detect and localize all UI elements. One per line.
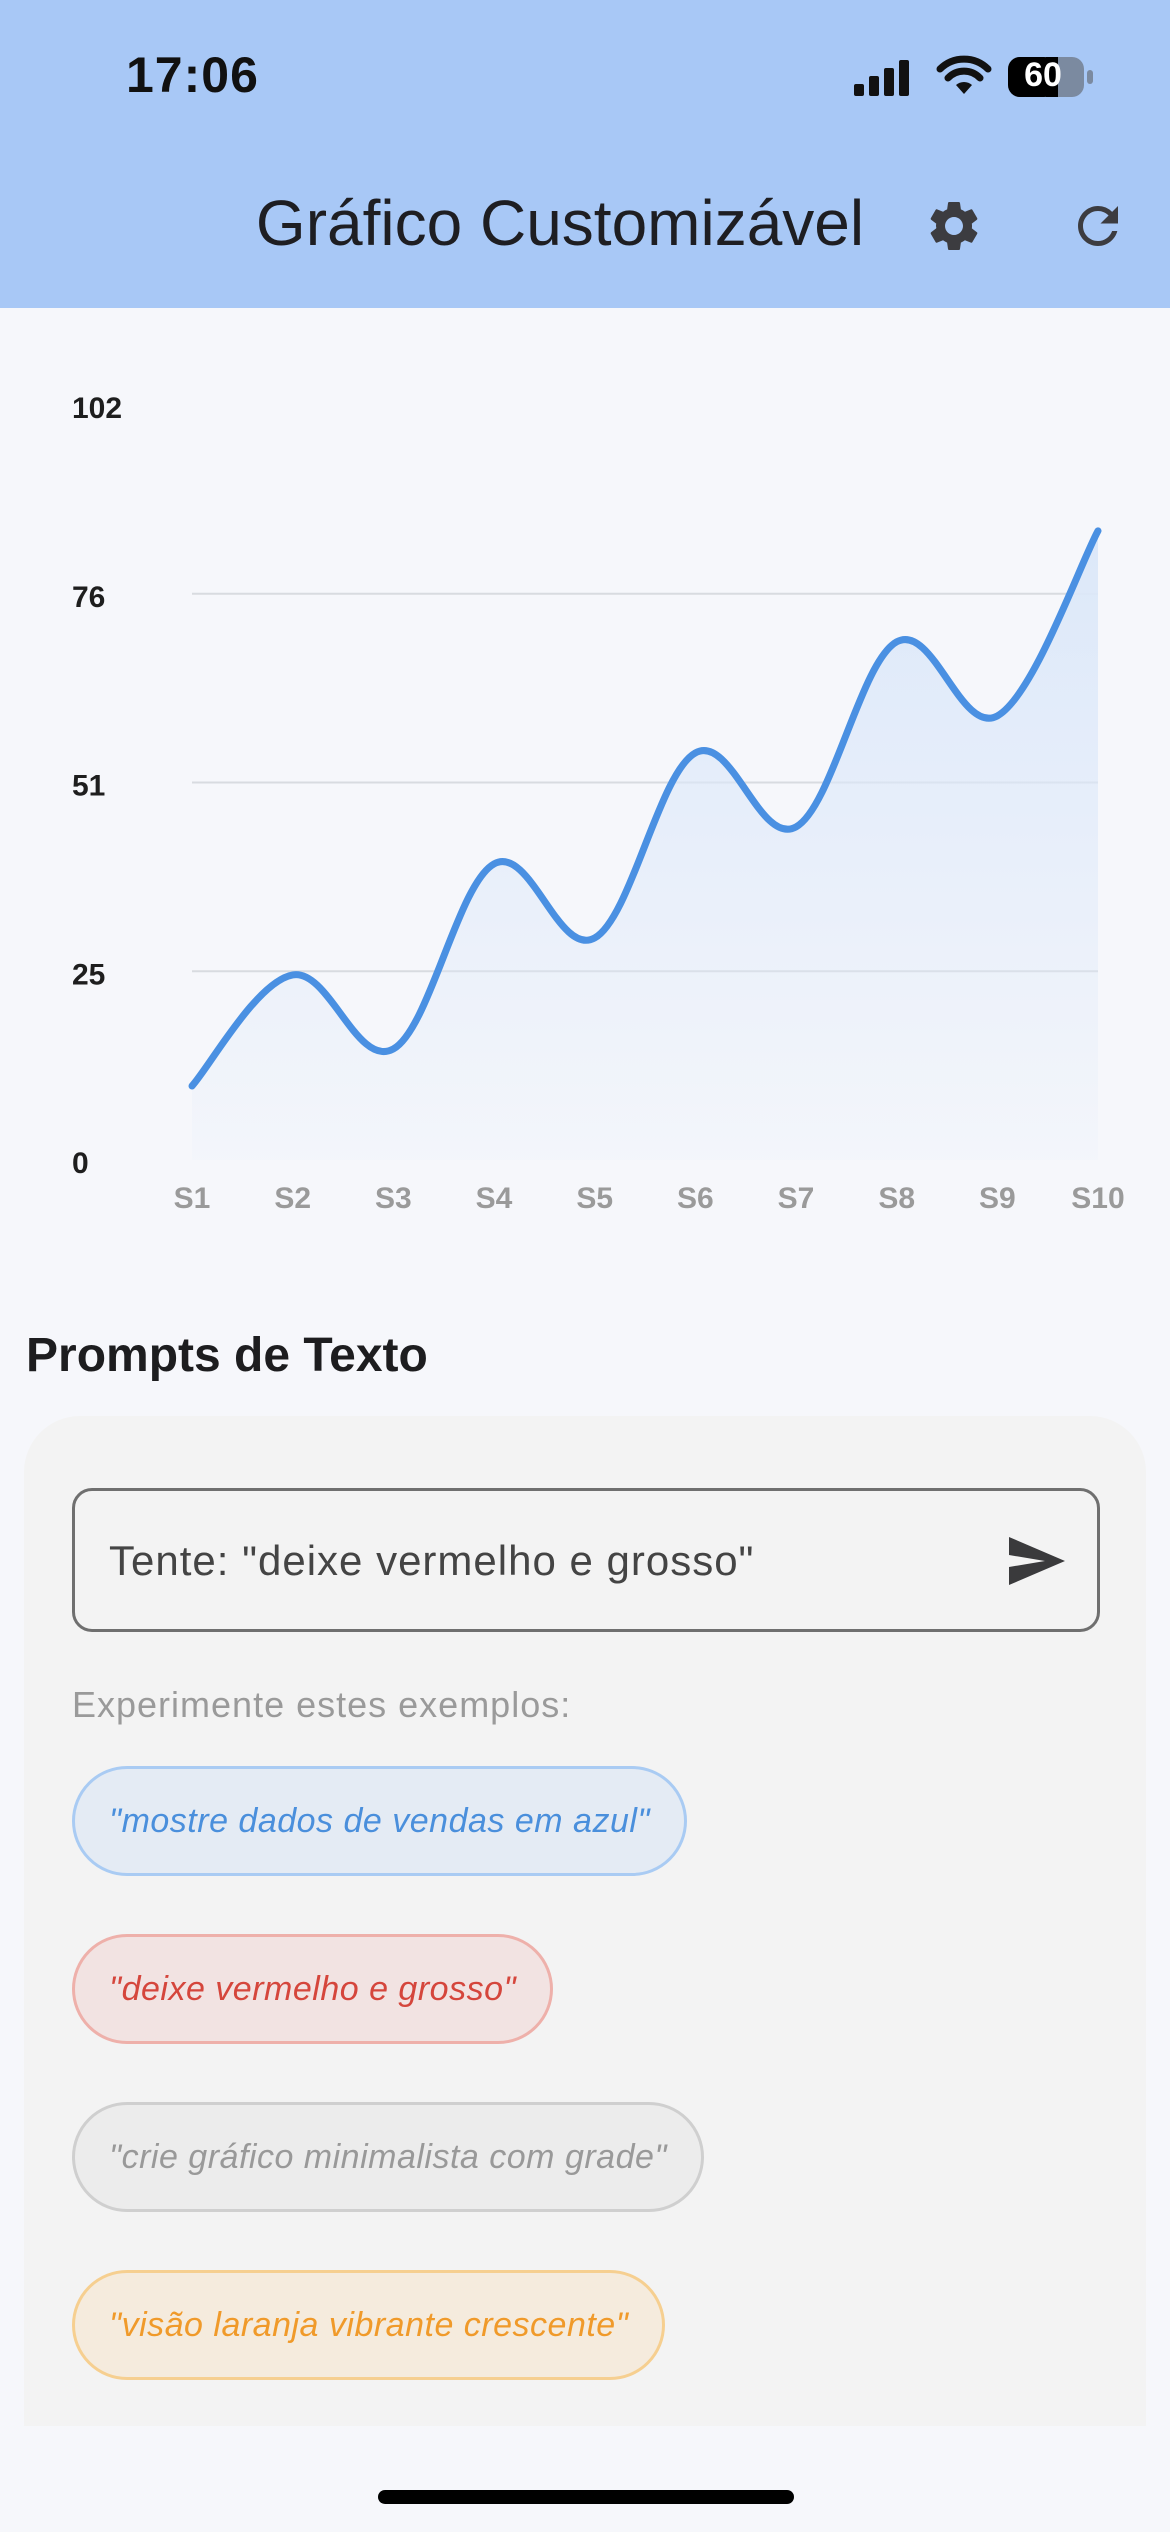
y-tick-label: 25 [72,958,105,991]
x-tick-label: S3 [375,1182,412,1215]
x-tick-label: S4 [476,1182,513,1215]
app-header: 17:06 60 Gráfico Customizável [0,0,1170,308]
prompts-card: Experimente estes exemplos: "mostre dado… [24,1416,1146,2426]
example-chip-red[interactable]: "deixe vermelho e grosso" [72,1934,554,2044]
example-chip-gray[interactable]: "crie gráfico minimalista com grade" [72,2102,704,2212]
x-tick-label: S5 [576,1182,613,1215]
home-indicator [378,2490,794,2504]
x-tick-label: S7 [778,1182,815,1215]
settings-button[interactable] [914,186,994,266]
example-chip-orange[interactable]: "visão laranja vibrante crescente" [72,2270,666,2380]
y-tick-label: 0 [72,1147,89,1180]
y-tick-label: 51 [72,770,105,803]
status-time: 17:06 [126,47,259,103]
chart-svg: 102 76 51 25 0 S1 S2 S3 S4 S5 S6 S7 S8 S9 S10 [72,392,1125,1215]
refresh-button[interactable] [1058,186,1138,266]
x-tick-label: S8 [878,1182,915,1215]
prompts-section-title: Prompts de Texto [26,1329,428,1382]
gear-icon [930,202,978,250]
y-tick-label: 76 [72,581,105,614]
refresh-icon [1078,206,1118,246]
prompt-input-box [72,1488,1100,1632]
send-icon [1009,1537,1065,1585]
wifi-icon [936,55,992,94]
send-button[interactable] [1005,1531,1069,1591]
signal-icon [854,60,909,96]
page-title: Gráfico Customizável [255,187,865,259]
example-chip-blue[interactable]: "mostre dados de vendas em azul" [72,1766,687,1876]
x-tick-label: S10 [1071,1182,1124,1215]
battery-level: 60 [1024,56,1062,94]
y-tick-label: 102 [72,392,122,425]
x-tick-label: S9 [979,1182,1016,1215]
x-tick-label: S2 [274,1182,311,1215]
examples-label: Experimente estes exemplos: [72,1684,572,1725]
line-chart: 102 76 51 25 0 S1 S2 S3 S4 S5 S6 S7 S8 S9 S10 [0,340,1170,1240]
prompt-input[interactable] [109,1527,969,1595]
x-tick-label: S1 [174,1182,211,1215]
x-tick-label: S6 [677,1182,714,1215]
